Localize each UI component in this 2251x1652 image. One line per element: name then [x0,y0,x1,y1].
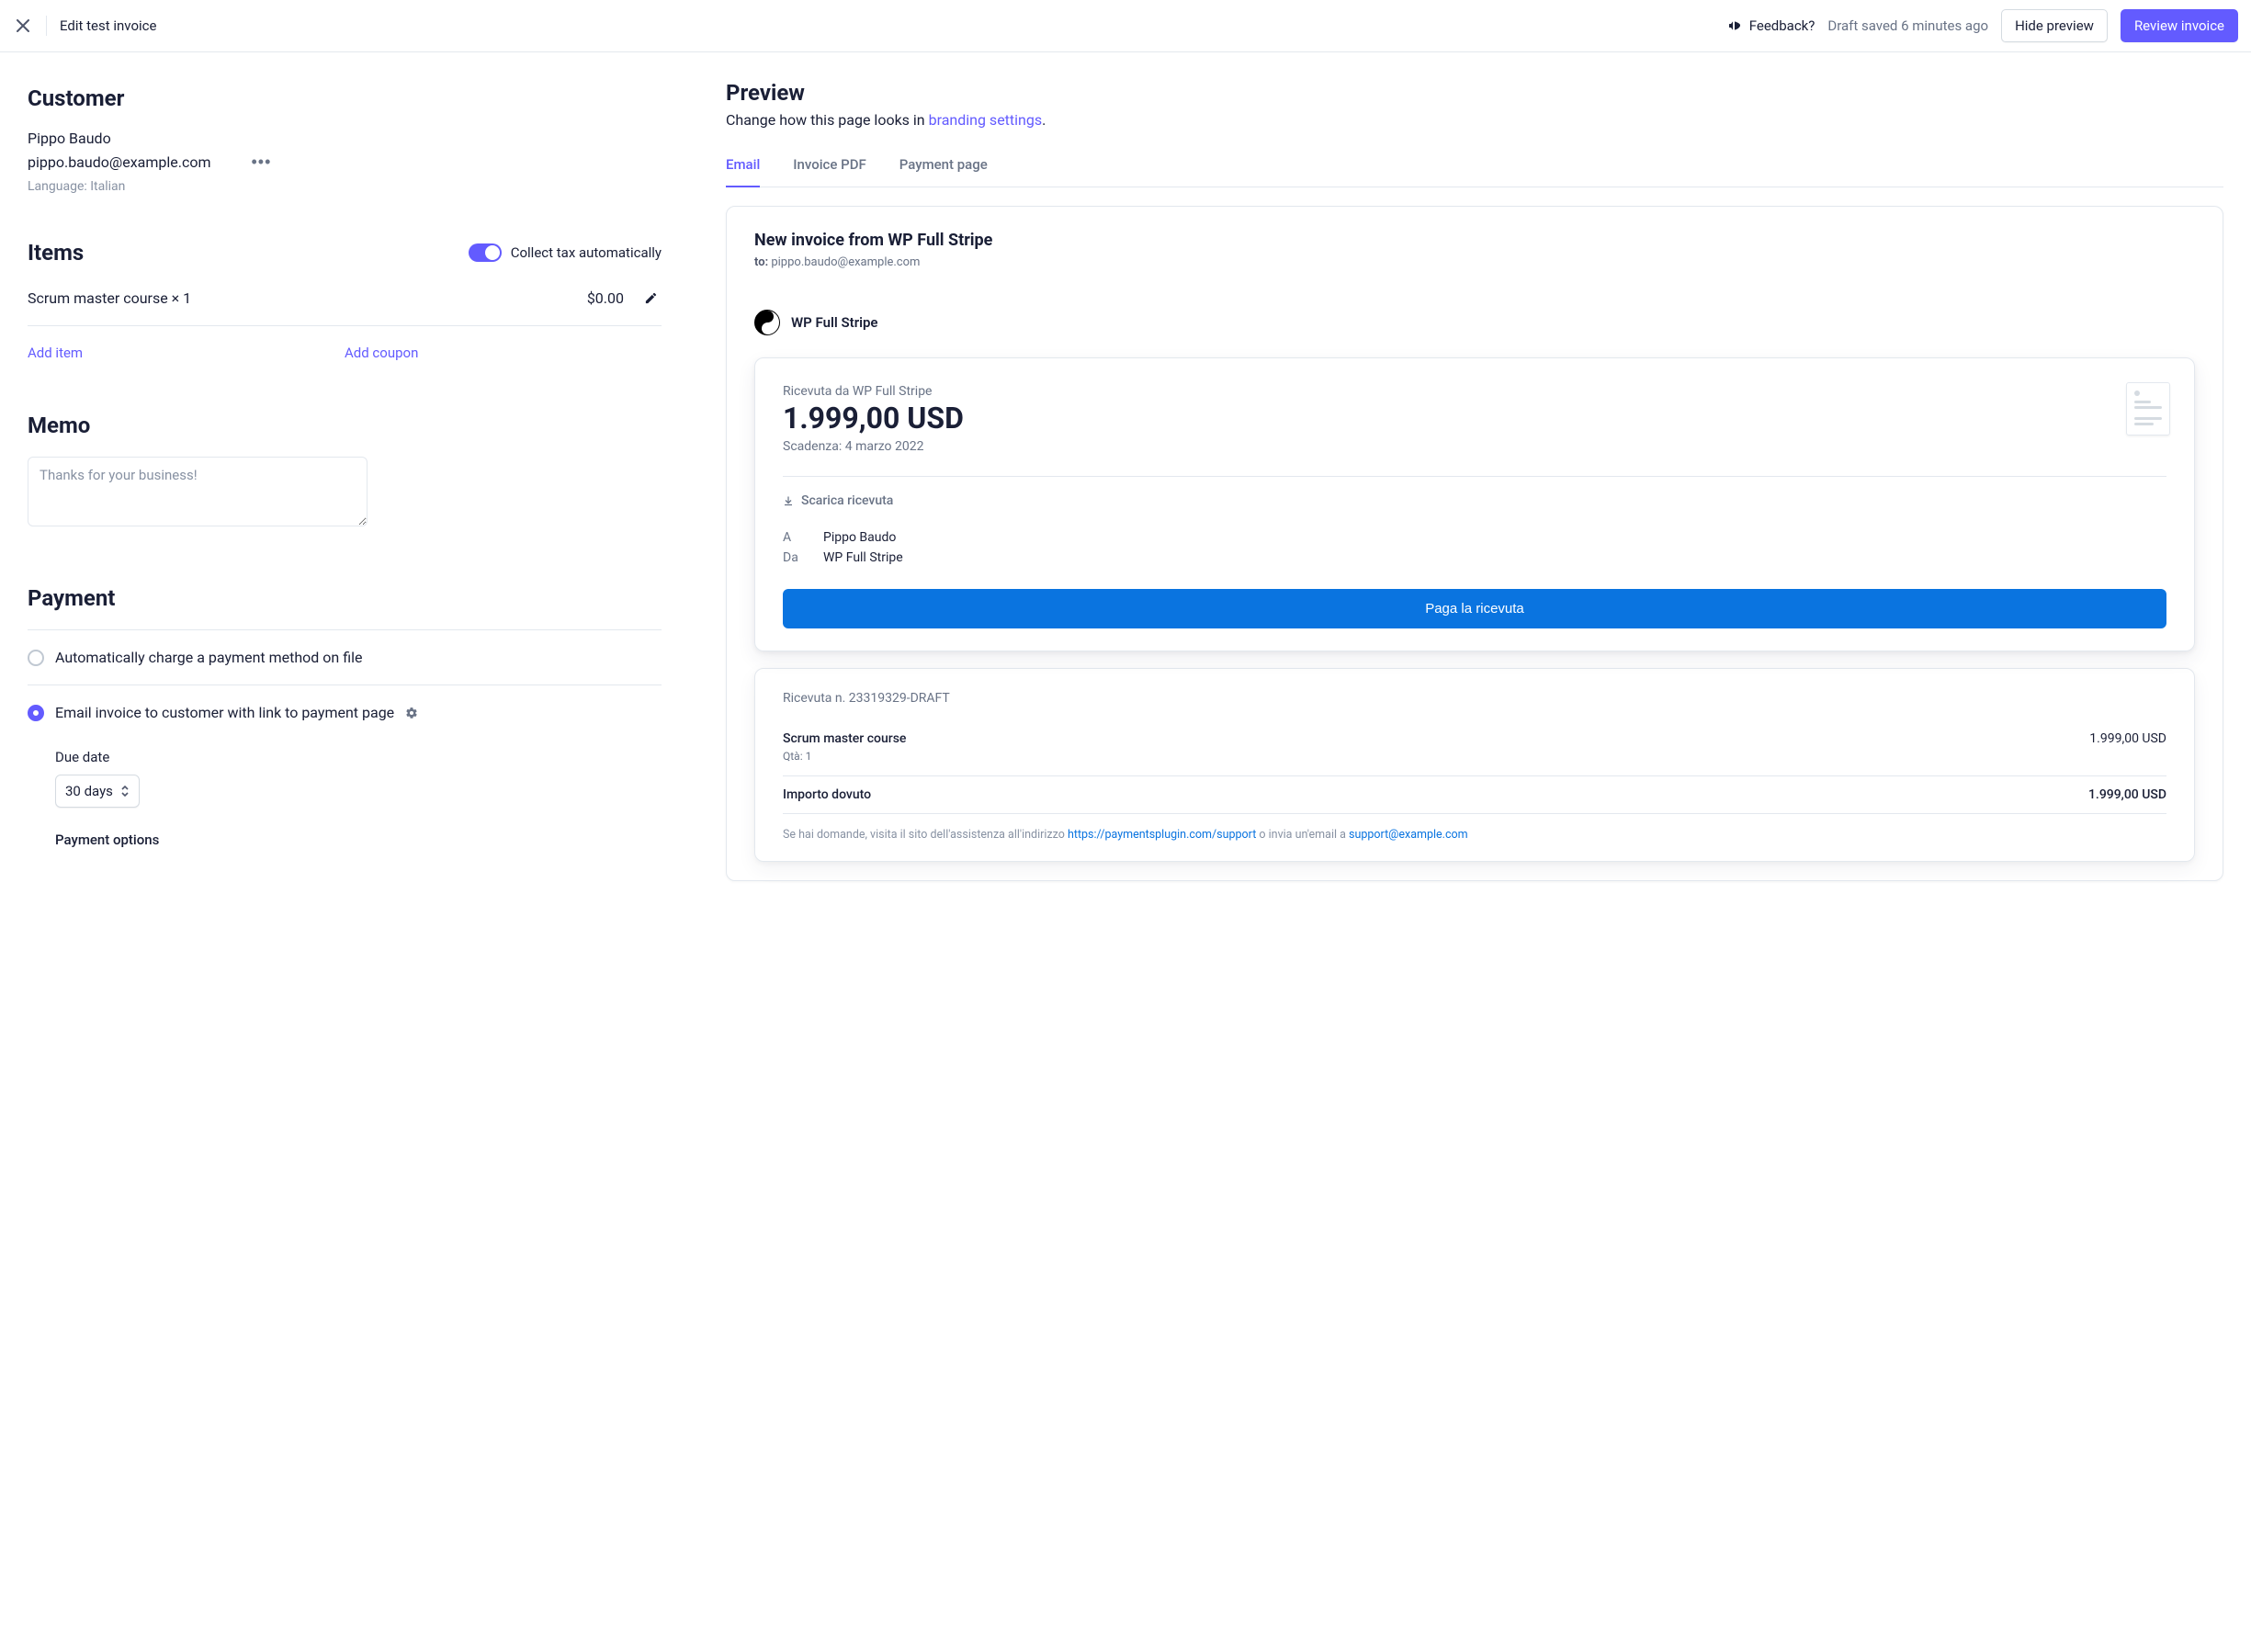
radio-email[interactable] [28,705,44,721]
customer-email: pippo.baudo@example.com [28,153,210,171]
draft-status: Draft saved 6 minutes ago [1827,17,1988,34]
receipt-due: Scadenza: 4 marzo 2022 [783,439,2166,454]
memo-heading: Memo [28,413,662,438]
total-label: Importo dovuto [783,787,871,802]
due-date-select[interactable]: 30 days [55,775,140,808]
line-item-price: 1.999,00 USD [2089,731,2166,746]
download-receipt-link[interactable]: Scarica ricevuta [783,493,2166,508]
payment-heading: Payment [28,585,662,611]
collect-tax-toggle[interactable] [469,243,502,262]
due-date-label: Due date [55,749,662,765]
download-icon [783,495,794,506]
payment-option-auto-label: Automatically charge a payment method on… [55,649,362,666]
edit-item-button[interactable] [640,288,662,309]
review-invoice-button[interactable]: Review invoice [2121,9,2238,42]
payment-options-label: Payment options [28,832,662,848]
line-item-qty: Qtà: 1 [783,750,2166,763]
payment-option-auto[interactable]: Automatically charge a payment method on… [28,629,662,685]
topbar: Edit test invoice Feedback? Draft saved … [0,0,2251,52]
customer-name: Pippo Baudo [28,130,662,147]
item-price: $0.00 [587,289,624,307]
add-item-link[interactable]: Add item [28,345,83,361]
page-title: Edit test invoice [60,17,156,34]
pay-receipt-button[interactable]: Paga la ricevuta [783,589,2166,628]
line-item-name: Scrum master course [783,731,906,746]
preview-subtext: Change how this page looks in branding s… [726,111,2223,129]
branding-settings-link[interactable]: branding settings [929,111,1043,129]
divider [783,476,2166,477]
support-email-link[interactable]: support@example.com [1349,828,1468,842]
add-coupon-link[interactable]: Add coupon [345,345,418,361]
item-name: Scrum master course × 1 [28,289,191,307]
hide-preview-button[interactable]: Hide preview [2001,9,2108,42]
memo-textarea[interactable] [28,457,368,526]
collect-tax-label: Collect tax automatically [511,244,662,261]
feedback-link[interactable]: Feedback? [1727,17,1816,34]
due-date-value: 30 days [65,783,113,799]
close-icon [17,19,29,32]
preview-email-title: New invoice from WP Full Stripe [754,231,2195,250]
receipt-amount: 1.999,00 USD [783,401,2166,436]
close-button[interactable] [13,16,33,36]
preview-card: New invoice from WP Full Stripe to: pipp… [726,206,2223,881]
payment-option-email-label: Email invoice to customer with link to p… [55,704,394,721]
tab-invoice-pdf[interactable]: Invoice PDF [793,147,865,187]
receipt-card: Ricevuta da WP Full Stripe 1.999,00 USD … [754,357,2195,651]
receipt-number: Ricevuta n. 23319329-DRAFT [783,691,2166,706]
feedback-label: Feedback? [1749,17,1816,34]
total-value: 1.999,00 USD [2088,787,2166,802]
pencil-icon [644,291,658,305]
support-text: Se hai domande, visita il sito dell'assi… [783,813,2166,844]
tab-email[interactable]: Email [726,147,760,187]
customer-more-button[interactable]: ••• [247,149,275,175]
payment-option-email[interactable]: Email invoice to customer with link to p… [28,685,662,740]
brand-logo-icon [754,310,780,335]
customer-heading: Customer [28,85,662,111]
receipt-details-card: Ricevuta n. 23319329-DRAFT Scrum master … [754,668,2195,862]
divider [46,16,47,36]
receipt-to: Pippo Baudo [823,530,896,545]
receipt-sender: WP Full Stripe [823,550,903,565]
preview-email-to: to: pippo.baudo@example.com [754,255,2195,269]
document-icon [2126,382,2170,436]
preview-heading: Preview [726,80,2223,106]
chevron-updown-icon [120,785,130,798]
megaphone-icon [1727,18,1742,33]
customer-language: Language: Italian [28,179,662,194]
tab-payment-page[interactable]: Payment page [899,147,988,187]
support-link[interactable]: https://paymentsplugin.com/support [1068,828,1256,842]
receipt-from-label: Ricevuta da WP Full Stripe [783,384,2166,399]
items-heading: Items [28,240,84,266]
item-row: Scrum master course × 1 $0.00 [28,271,662,326]
brand-name: WP Full Stripe [791,314,878,331]
radio-auto[interactable] [28,650,44,666]
gear-icon[interactable] [405,707,418,719]
ellipsis-icon: ••• [251,153,271,172]
